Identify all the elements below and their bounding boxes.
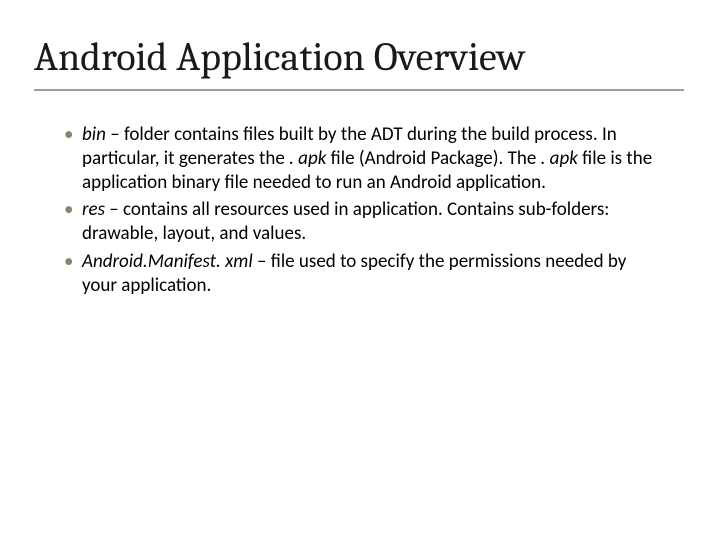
bullet-list: bin – folder contains files built by the… <box>64 123 656 297</box>
term: Android.Manifest. xml <box>82 250 253 273</box>
list-item: res – contains all resources used in app… <box>64 198 656 246</box>
text: file (Android Package). The <box>326 147 540 170</box>
term: . apk <box>289 147 326 170</box>
term: bin <box>82 123 106 146</box>
term: . apk <box>541 147 578 170</box>
page-title: Android Application Overview <box>34 35 720 79</box>
body-content: bin – folder contains files built by the… <box>64 123 656 297</box>
list-item: bin – folder contains files built by the… <box>64 123 656 194</box>
term: res <box>82 198 105 221</box>
text: – contains all resources used in applica… <box>82 198 609 245</box>
slide: Android Application Overview bin – folde… <box>0 0 720 540</box>
list-item: Android.Manifest. xml – file used to spe… <box>64 250 656 298</box>
title-underline <box>34 89 684 91</box>
